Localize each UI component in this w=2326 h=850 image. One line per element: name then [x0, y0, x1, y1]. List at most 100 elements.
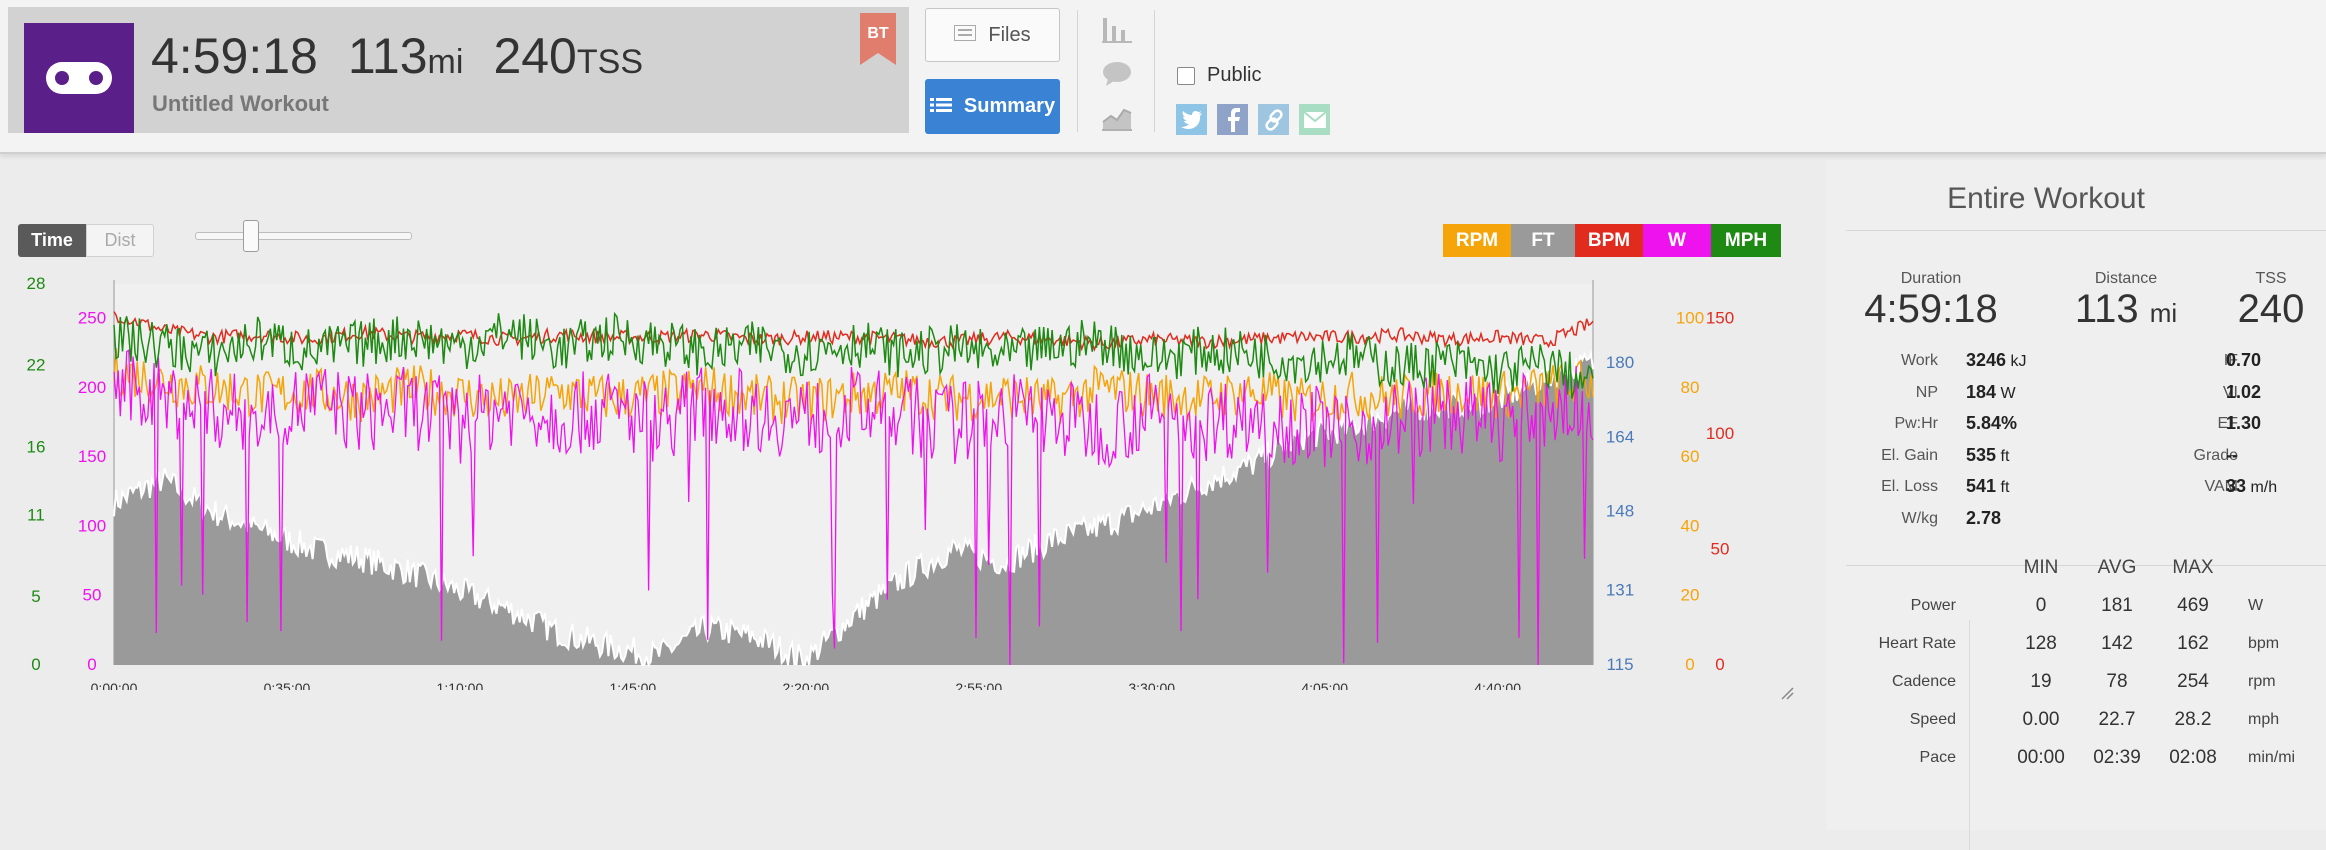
top-bar: 4:59:18 113mi 240TSS Untitled Workout BT F… — [0, 0, 2326, 154]
metric-label: Work — [1826, 352, 1938, 376]
summary-list-icon — [929, 96, 952, 117]
workout-duration: 4:59:18 — [151, 28, 318, 84]
y-tick-label-mph: 22 — [27, 356, 46, 375]
workout-chart[interactable]: 0:00:00 0:35:00 1:10:00 1:45:00 2:20:00 2:55:… — [0, 270, 1800, 690]
metric-unit: m/h — [2246, 479, 2278, 496]
divider — [1154, 10, 1155, 132]
legend-bpm[interactable]: BPM — [1575, 224, 1643, 257]
tss-label: TSS — [2255, 270, 2287, 287]
avg-value: 181 — [2101, 595, 2133, 616]
workout-stats: 4:59:18 113mi 240TSS — [151, 31, 643, 81]
y-tick-label-rpm: 80 — [1681, 378, 1700, 397]
summary-panel: Entire Workout Duration 4:59:18 Distance… — [1826, 160, 2326, 850]
workout-title[interactable]: Untitled Workout — [152, 91, 329, 117]
workout-header: 4:59:18 113mi 240TSS Untitled Workout BT — [8, 7, 909, 133]
metric-value: 1.02 — [2226, 381, 2262, 402]
y-tick-label-bpm: 0 — [1715, 655, 1724, 674]
twitter-icon[interactable] — [1176, 104, 1207, 135]
legend-ft[interactable]: FT — [1511, 224, 1575, 257]
duration-stat: Duration 4:59:18 — [1856, 270, 2006, 330]
metric-value: 5.84% — [1966, 413, 2018, 433]
summary-label: Summary — [963, 95, 1056, 117]
metric-label: Pw:Hr — [1826, 415, 1938, 439]
y-tick-label-w: 250 — [78, 309, 106, 328]
metric-value: 0.70 — [2226, 350, 2262, 370]
y-tick-label-bpm: 100 — [1706, 424, 1734, 443]
bt-badge[interactable]: BT — [860, 13, 896, 65]
y-tick-label-mph: 28 — [27, 274, 46, 293]
min-value: 0.00 — [2022, 709, 2060, 730]
chain-link-icon — [24, 23, 134, 133]
tss-stat: TSS 240 — [2226, 270, 2316, 330]
link-icon[interactable] — [1258, 104, 1289, 135]
metric-label: NP — [1826, 384, 1938, 408]
table-header: AVG — [2097, 557, 2137, 578]
min-value: 0 — [2035, 595, 2047, 616]
zoom-slider[interactable] — [195, 218, 412, 258]
row-label: Cadence — [1891, 673, 1956, 690]
distance-unit: mi — [2149, 298, 2178, 328]
file-list-icon — [953, 23, 978, 46]
metric-unit: ft — [1996, 447, 2010, 465]
metric-value: 184 W — [1966, 381, 2016, 402]
x-tick-label: 0:00:00 — [91, 680, 138, 690]
summary-button[interactable]: Summary — [925, 79, 1060, 134]
resize-handle-icon[interactable] — [1780, 686, 1794, 700]
public-checkbox[interactable] — [1177, 66, 1195, 85]
comment-icon[interactable] — [1100, 52, 1134, 96]
min-value: 128 — [2025, 633, 2057, 654]
public-toggle[interactable]: Public — [1177, 64, 1261, 87]
metric-value: 2.78 — [1966, 507, 2002, 528]
bar-chart-icon[interactable] — [1100, 8, 1134, 52]
legend-w[interactable]: W — [1643, 224, 1711, 257]
metric-label-text: NP — [1915, 383, 1938, 401]
avg-value: 78 — [2106, 671, 2128, 692]
x-tick-label: 3:30:00 — [1128, 680, 1175, 690]
legend-rpm[interactable]: RPM — [1443, 224, 1511, 257]
metric-unit: kJ — [2006, 353, 2027, 370]
avg-value: 142 — [2101, 633, 2133, 654]
share-buttons — [1176, 104, 1340, 135]
max-value: 28.2 — [2174, 709, 2212, 730]
y-tick-label-w: 50 — [83, 586, 102, 605]
table-row: Power 0 181 469 W — [1836, 595, 2326, 633]
slider-thumb[interactable] — [243, 220, 259, 252]
workout-distance: 113 — [347, 28, 428, 84]
metric-value: 541 ft — [1966, 476, 2010, 496]
avg-value: 02:39 — [2093, 747, 2141, 768]
files-button[interactable]: Files — [925, 8, 1060, 62]
y-tick-label-rpm: 100 — [1676, 309, 1704, 328]
table-row: Heart Rate 128 142 162 bpm — [1836, 633, 2326, 671]
facebook-icon[interactable] — [1217, 104, 1248, 135]
x-tick-label: 4:40:00 — [1474, 680, 1521, 690]
metric-label: W/kg — [1826, 510, 1938, 534]
slider-track — [195, 232, 412, 240]
y-tick-label-rpm: 0 — [1685, 655, 1694, 674]
x-tick-label: 1:10:00 — [437, 680, 484, 690]
distance-value: 113 — [2074, 287, 2139, 331]
table-header: MIN — [2023, 557, 2059, 578]
max-value: 469 — [2177, 595, 2209, 616]
table-row: Pace 00:00 02:39 02:08 min/mi — [1836, 747, 2326, 785]
x-tick-label: 2:20:00 — [782, 680, 829, 690]
y-tick-label-ft: 115 — [1606, 655, 1633, 674]
time-toggle[interactable]: Time — [18, 224, 86, 257]
divider — [1077, 10, 1078, 132]
avg-value: 22.7 — [2098, 709, 2136, 730]
area-chart-icon[interactable] — [1100, 96, 1134, 140]
y-tick-label-rpm: 40 — [1681, 516, 1700, 535]
legend-mph[interactable]: MPH — [1711, 224, 1781, 257]
row-unit: W — [2248, 597, 2264, 614]
view-icons — [1100, 8, 1134, 140]
email-icon[interactable] — [1299, 104, 1330, 135]
metric-label: EF — [2126, 415, 2238, 439]
metric-label: IF — [2126, 352, 2238, 376]
dist-toggle[interactable]: Dist — [86, 224, 154, 257]
row-unit: min/mi — [2248, 749, 2296, 766]
metric-value: 33 m/h — [2226, 476, 2278, 496]
y-tick-label-ft: 148 — [1606, 502, 1634, 521]
row-label: Pace — [1919, 749, 1956, 766]
x-tick-label: 1:45:00 — [610, 680, 657, 690]
metric-label: El. Gain — [1826, 447, 1938, 471]
bt-badge-label: BT — [867, 25, 889, 42]
